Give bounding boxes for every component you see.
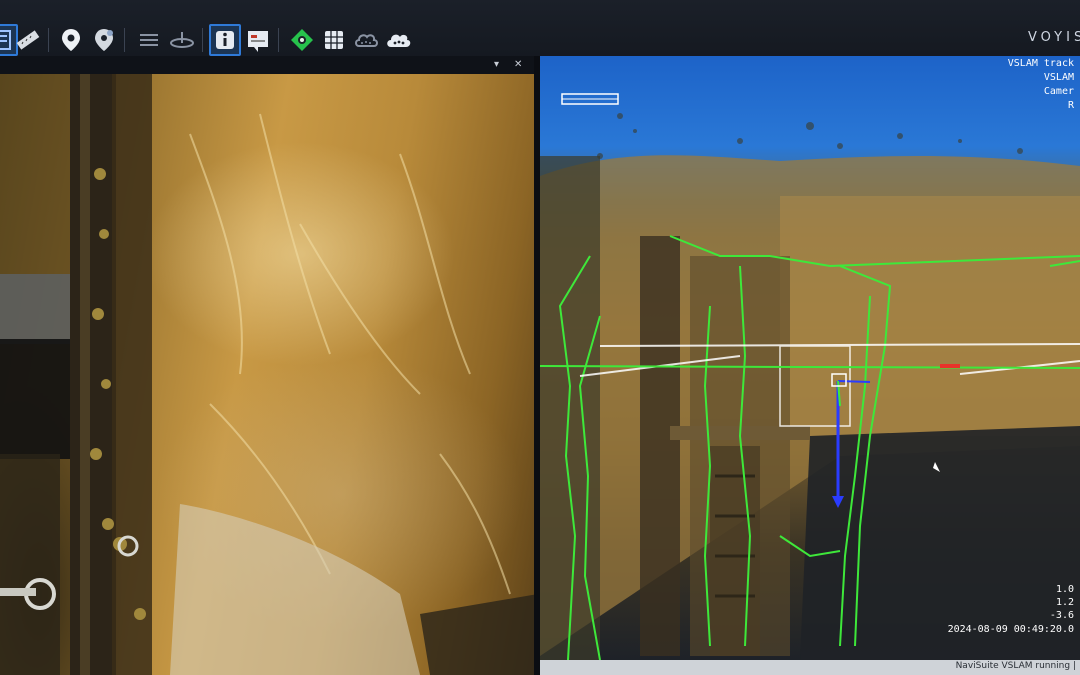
panel-close-button[interactable]: ✕	[514, 58, 522, 72]
overlay-camera: Camer	[1043, 86, 1074, 97]
cloud-icon[interactable]	[382, 24, 414, 56]
lines-icon[interactable]	[133, 24, 165, 56]
plane-icon[interactable]	[166, 24, 198, 56]
toolbar-separator	[202, 28, 203, 52]
map-pin-icon[interactable]	[55, 24, 87, 56]
ruler-icon[interactable]	[12, 24, 44, 56]
readout-value-2: 1.2	[1055, 597, 1074, 608]
info-icon[interactable]	[209, 24, 241, 56]
point-cloud-scene	[540, 93, 1080, 660]
grid-icon[interactable]	[318, 24, 350, 56]
toolbar-separator	[48, 28, 49, 52]
pdf-icon[interactable]	[242, 24, 274, 56]
timestamp: 2024-08-09 00:49:20.0	[947, 624, 1074, 635]
readout-value-1: 1.0	[1055, 584, 1074, 595]
map-pin-alt-icon[interactable]	[88, 24, 120, 56]
toolbar-separator	[278, 28, 279, 52]
overlay-r: R	[1067, 100, 1074, 111]
camera-image	[0, 74, 538, 675]
vslam-3d-view[interactable]: VSLAM track VSLAM Camer R 1.0 1.2 -3.6 2…	[540, 56, 1080, 660]
overlay-vslam: VSLAM	[1043, 72, 1074, 83]
cloud-points-icon[interactable]	[350, 24, 382, 56]
camera-image-view[interactable]	[0, 74, 538, 675]
status-text: NaviSuite VSLAM running |	[955, 661, 1076, 671]
toolbar-separator	[124, 28, 125, 52]
target-icon[interactable]	[286, 24, 318, 56]
panel-menu-button[interactable]: ▾	[494, 58, 499, 72]
overlay-vslam-track: VSLAM track	[1007, 58, 1074, 69]
camera-panel-titlebar: ▾ ✕	[0, 56, 534, 74]
status-bar: NaviSuite VSLAM running |	[540, 660, 1080, 675]
readout-value-3: -3.6	[1049, 610, 1074, 621]
brand-logo: VOYIS	[1028, 30, 1080, 45]
